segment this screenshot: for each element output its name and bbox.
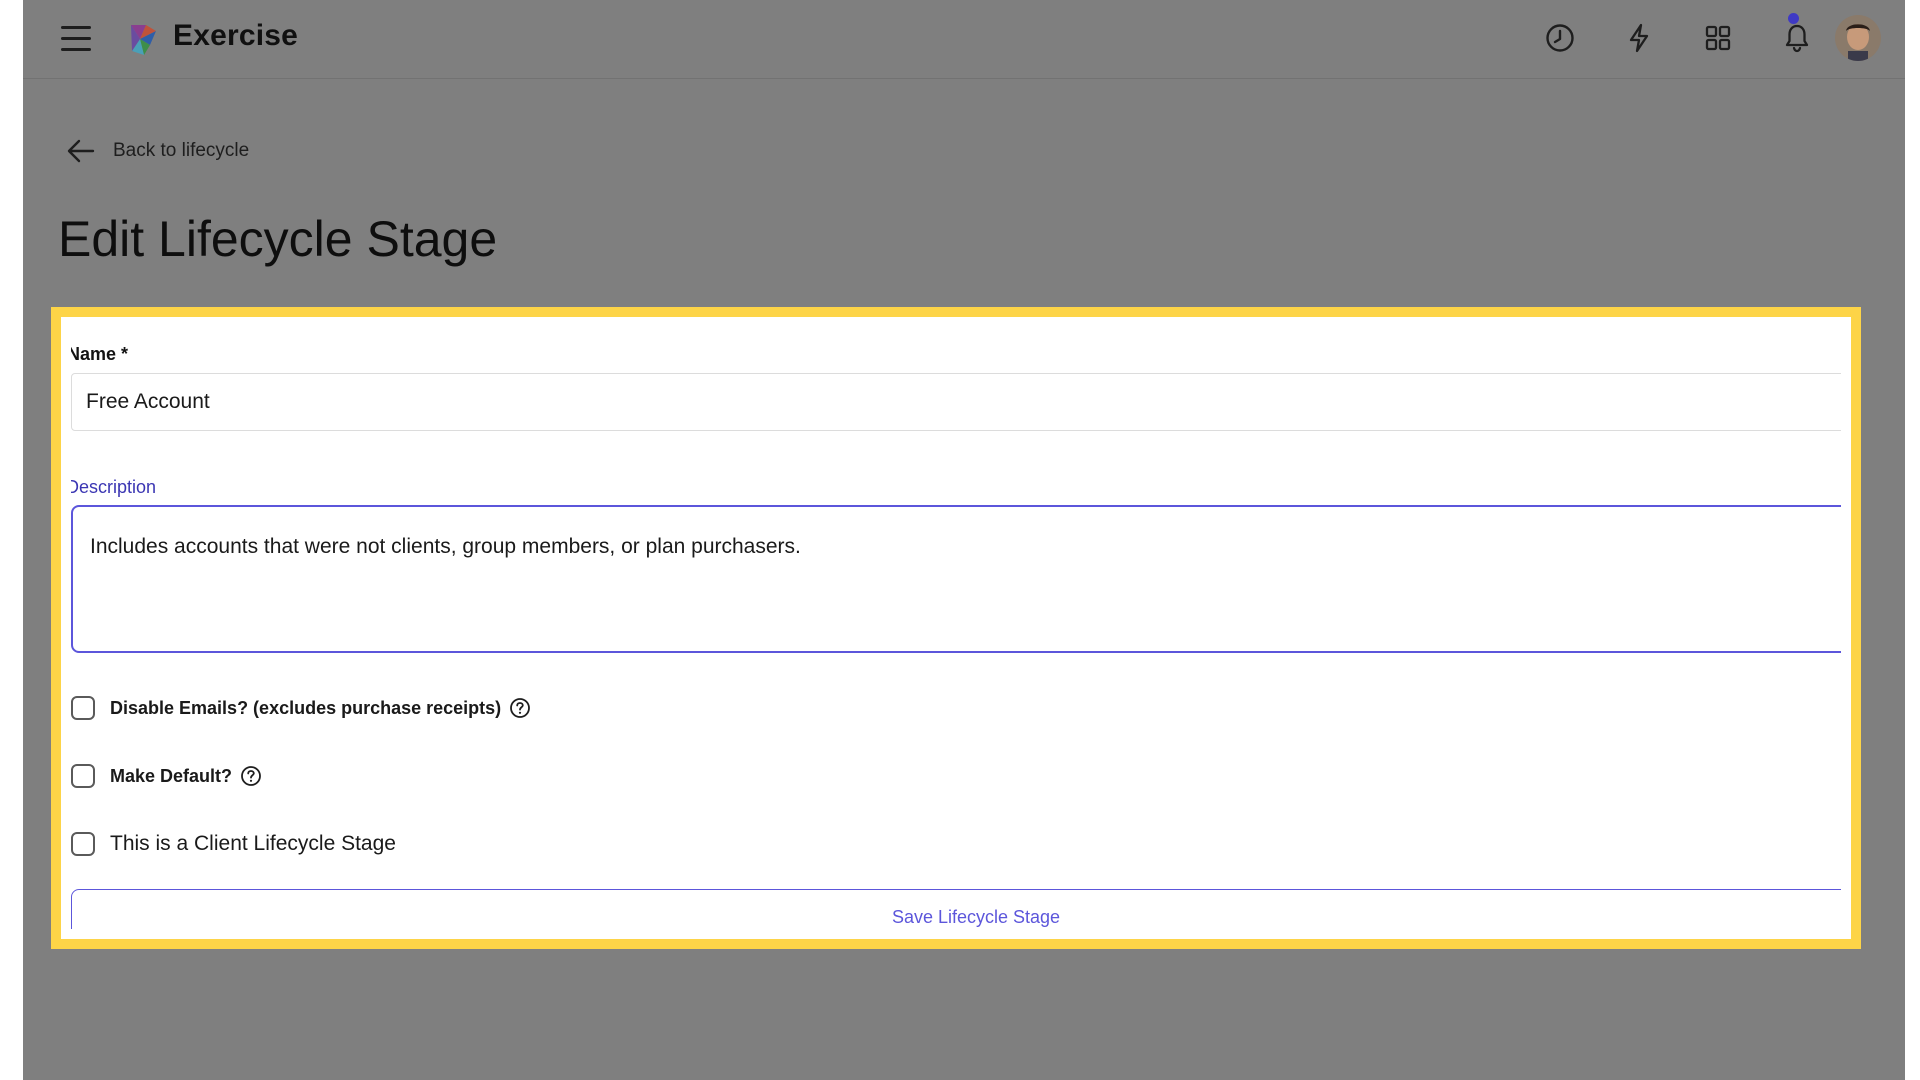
avatar[interactable] <box>1835 15 1881 61</box>
top-bar: Exercise <box>23 0 1905 79</box>
grid-icon[interactable] <box>1701 21 1735 55</box>
make-default-label: Make Default? <box>110 766 232 787</box>
name-label: Name * <box>71 344 128 365</box>
lifecycle-stage-form: Name * Description Includes accounts tha… <box>71 327 1841 929</box>
clock-icon[interactable] <box>1543 21 1577 55</box>
description-textarea[interactable]: Includes accounts that were not clients,… <box>71 505 1841 653</box>
help-icon[interactable] <box>509 697 531 719</box>
name-input[interactable] <box>71 373 1841 431</box>
lightning-icon[interactable] <box>1622 21 1656 55</box>
back-link-label: Back to lifecycle <box>113 140 249 162</box>
disable-emails-row: Disable Emails? (excludes purchase recei… <box>71 696 531 720</box>
app-logo <box>126 21 162 57</box>
make-default-checkbox[interactable] <box>71 764 95 788</box>
client-stage-row: This is a Client Lifecycle Stage <box>71 832 396 856</box>
help-icon[interactable] <box>240 765 262 787</box>
back-to-lifecycle-link[interactable]: Back to lifecycle <box>65 137 249 165</box>
arrow-left-icon <box>65 137 97 165</box>
page-title: Edit Lifecycle Stage <box>58 210 497 268</box>
save-lifecycle-stage-button[interactable]: Save Lifecycle Stage <box>71 889 1841 929</box>
make-default-row: Make Default? <box>71 764 262 788</box>
app-title: Exercise <box>173 19 298 53</box>
app-window: Exercise <box>23 0 1905 1080</box>
bell-icon[interactable] <box>1780 21 1814 55</box>
notification-dot <box>1788 13 1799 24</box>
menu-icon[interactable] <box>61 26 91 52</box>
client-stage-label: This is a Client Lifecycle Stage <box>110 832 396 856</box>
form-highlight-frame: Name * Description Includes accounts tha… <box>51 307 1861 949</box>
description-label: Description <box>71 477 156 498</box>
disable-emails-label: Disable Emails? (excludes purchase recei… <box>110 698 501 719</box>
client-stage-checkbox[interactable] <box>71 832 95 856</box>
disable-emails-checkbox[interactable] <box>71 696 95 720</box>
